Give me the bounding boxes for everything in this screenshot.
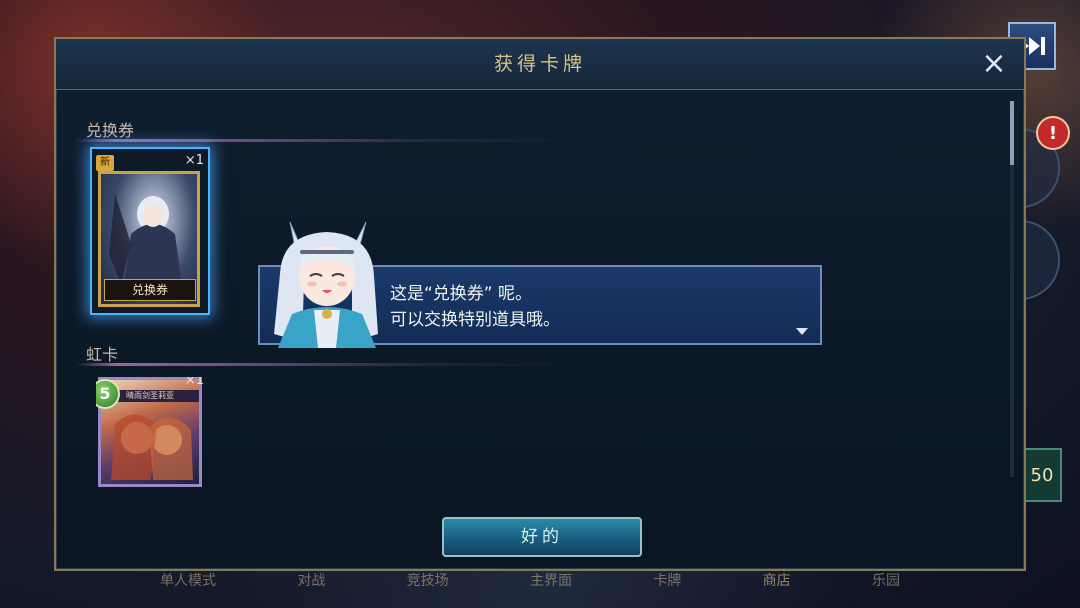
new-badge: 新 bbox=[96, 155, 114, 171]
nav-item-solo: 单人模式 bbox=[160, 573, 216, 589]
guide-character-portrait bbox=[274, 221, 378, 348]
nav-item-arena: 竞技场 bbox=[406, 573, 449, 589]
ticket-card[interactable]: 新 ×1 兑换券 bbox=[90, 147, 210, 315]
section-label-ticket: 兑换券 bbox=[86, 121, 135, 140]
nav-item-cards: 卡牌 bbox=[653, 573, 682, 589]
scrollbar-thumb[interactable] bbox=[1010, 101, 1014, 165]
ok-button[interactable]: 好的 bbox=[442, 517, 642, 557]
modal-title: 获得卡牌 bbox=[493, 53, 586, 75]
dialogue-line-1: 这是“兑换券” 呢。 bbox=[390, 284, 533, 304]
nav-item-park: 乐园 bbox=[871, 573, 900, 589]
close-icon[interactable]: × bbox=[980, 49, 1008, 79]
side-count: 50 bbox=[1022, 448, 1062, 502]
dialogue-text: 这是“兑换券” 呢。 可以交换特别道具哦。 bbox=[390, 281, 800, 333]
nav-item-home: 主界面 bbox=[529, 573, 572, 589]
nav-item-shop: 商店 bbox=[762, 573, 791, 589]
card-quantity: ×1 bbox=[184, 153, 204, 168]
dialogue-line-2: 可以交换特别道具哦。 bbox=[390, 310, 560, 330]
card-quantity: ×1 bbox=[184, 377, 204, 388]
next-arrow-icon bbox=[796, 328, 808, 335]
section-divider bbox=[76, 139, 576, 142]
modal-header: 获得卡牌 × bbox=[56, 39, 1024, 90]
nav-item-battle: 对战 bbox=[297, 573, 326, 589]
alert-badge: ! bbox=[1036, 116, 1070, 150]
section-divider bbox=[76, 363, 576, 366]
bottom-nav: 单人模式 对战 竞技场 主界面 卡牌 商店 乐园 bbox=[160, 570, 900, 590]
rainbow-card[interactable]: 晴雨剑圣莉亚 5 ×1 bbox=[96, 377, 204, 487]
section-label-rainbow: 虹卡 bbox=[86, 345, 119, 364]
card-name: 兑换券 bbox=[104, 279, 196, 301]
